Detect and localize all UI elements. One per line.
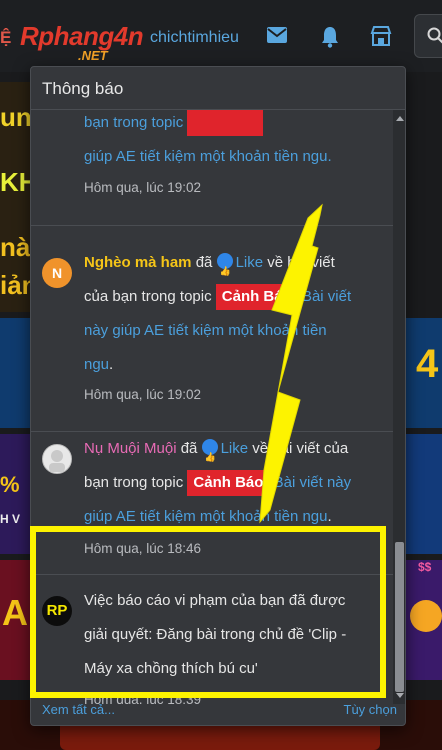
bg-text: 4 — [416, 342, 439, 386]
bg-text: nà — [0, 232, 31, 262]
topic-link[interactable]: giúp AE tiết kiệm một khoản tiền ngu. — [84, 148, 332, 165]
like-text: Like — [220, 440, 249, 457]
topic-link[interactable]: giúp AE tiết kiệm một khoản tiền ngu — [84, 508, 327, 525]
topic-link[interactable]: Bài viết này — [274, 474, 352, 491]
bg-ad-left — [0, 318, 30, 428]
notification-text-part: bạn trong topic — [84, 474, 184, 491]
scroll-up-icon[interactable] — [396, 116, 404, 121]
logo-text: Rphang4n — [20, 21, 144, 51]
search-button[interactable] — [414, 14, 442, 58]
site-header: Ệ Rphang4n .NET chichtimhieu — [0, 0, 442, 72]
account-username[interactable]: chichtimhieu — [150, 29, 239, 47]
options-link[interactable]: Tùy chọn — [344, 702, 397, 717]
topic-tag — [187, 110, 264, 136]
notification-text: Nụ Muội Muội đã Like về bài viết của — [84, 432, 383, 474]
notification-text: này giúp AE tiết kiệm một khoản tiền — [84, 314, 383, 348]
bg-ad-right — [406, 434, 442, 554]
notification-time: Hôm qua, lúc 19:02 — [84, 387, 202, 402]
emoji-icon — [410, 600, 442, 632]
popup-footer: Xem tất cả... Tùy chọn — [31, 694, 405, 725]
notification-text-part: . — [327, 508, 332, 525]
notification-text: Nghèo mà ham đã Like về bài viết — [84, 246, 383, 288]
notification-item[interactable]: N Nghèo mà ham đã Like về bài viết của b… — [31, 246, 393, 432]
bg-text: A — [2, 592, 28, 633]
user-link[interactable]: Nụ Muội Muội — [84, 440, 177, 457]
notification-text-rest: về bài viết của — [252, 440, 349, 457]
topic-tag: Cảnh Báo — [187, 470, 270, 496]
search-icon — [427, 27, 442, 44]
verb-text: đã — [195, 254, 213, 271]
avatar[interactable]: N — [42, 258, 72, 288]
bg-text: H V — [0, 512, 21, 526]
topic-link[interactable]: ngu — [84, 356, 109, 373]
scrollbar[interactable] — [393, 110, 405, 704]
notification-text-part: của bạn trong topic — [84, 288, 212, 305]
highlight-box — [30, 526, 386, 698]
notification-item[interactable]: bạn trong topic giúp AE tiết kiệm một kh… — [31, 110, 393, 226]
bg-text: un — [0, 102, 32, 132]
topic-link[interactable]: Bài viết — [302, 288, 351, 305]
notification-text: bạn trong topic — [84, 110, 383, 140]
notification-text: giúp AE tiết kiệm một khoản tiền ngu. — [84, 140, 383, 174]
user-link[interactable]: Nghèo mà ham — [84, 254, 192, 271]
scroll-thumb[interactable] — [395, 542, 404, 692]
notification-text: ngu. — [84, 348, 383, 382]
verb-text: đã — [180, 440, 198, 457]
view-all-link[interactable]: Xem tất cả... — [42, 702, 115, 717]
avatar[interactable] — [42, 444, 72, 474]
like-icon — [216, 253, 233, 288]
store-icon[interactable] — [370, 26, 392, 46]
like-text: Like — [235, 254, 264, 271]
site-logo[interactable]: Rphang4n .NET — [20, 21, 144, 63]
notification-text: của bạn trong topic Cảnh Báo Bài viết — [84, 280, 383, 314]
bell-icon[interactable] — [320, 26, 342, 48]
popup-title: Thông báo — [31, 67, 405, 110]
notification-time: Hôm qua, lúc 19:02 — [84, 180, 202, 195]
mail-icon[interactable] — [266, 26, 288, 46]
logo-net-text: .NET — [78, 48, 108, 63]
notification-text: bạn trong topic Cảnh Báo Bài viết này — [84, 466, 383, 500]
brand-prefix: Ệ — [0, 28, 12, 47]
notification-text-rest: về bài viết — [267, 254, 335, 271]
like-icon — [201, 439, 218, 474]
bg-text: $$ — [418, 560, 432, 574]
notification-text-part: . — [109, 356, 114, 373]
topic-link[interactable]: bạn trong topic — [84, 114, 183, 131]
topic-link[interactable]: này giúp AE tiết kiệm một khoản tiền — [84, 322, 327, 339]
bg-text: % — [0, 472, 20, 497]
